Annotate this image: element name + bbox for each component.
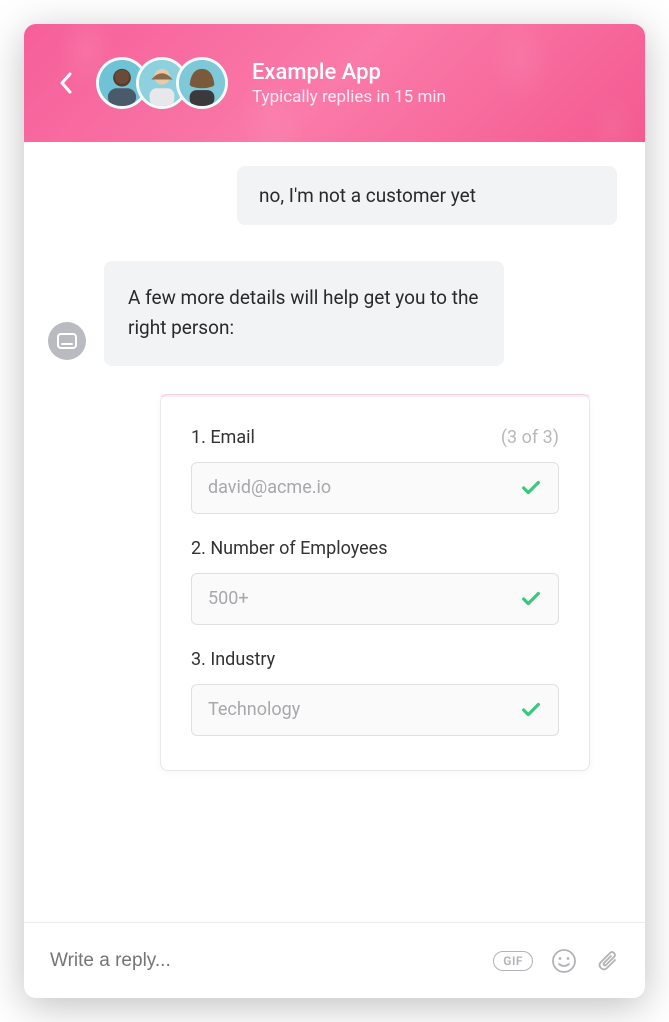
header-text: Example App Typically replies in 15 min (252, 60, 446, 107)
operator-avatars (96, 57, 228, 109)
form-field-email: 1. Email (3 of 3) david@acme.io (191, 427, 559, 514)
qualification-form: 1. Email (3 of 3) david@acme.io 2. Numbe… (160, 394, 590, 771)
avatar (176, 57, 228, 109)
app-title: Example App (252, 60, 446, 85)
conversation-area[interactable]: no, I'm not a customer yet A few more de… (24, 142, 645, 922)
emoji-button[interactable] (551, 948, 577, 974)
field-value: david@acme.io (208, 477, 331, 498)
response-time: Typically replies in 15 min (252, 87, 446, 107)
form-field-employees: 2. Number of Employees 500+ (191, 538, 559, 625)
reply-input[interactable] (50, 950, 493, 972)
composer-actions: GIF (493, 948, 619, 974)
check-icon (520, 699, 542, 721)
bot-message-row: A few more details will help get you to … (48, 261, 617, 366)
field-label: 2. Number of Employees (191, 538, 388, 559)
check-icon (520, 588, 542, 610)
check-icon (520, 477, 542, 499)
industry-input[interactable]: Technology (191, 684, 559, 736)
bot-icon (57, 333, 77, 349)
bot-avatar (48, 322, 86, 360)
user-message: no, I'm not a customer yet (237, 166, 617, 225)
field-value: Technology (208, 699, 300, 720)
progress-counter: (3 of 3) (501, 427, 559, 448)
paperclip-icon (595, 948, 619, 974)
gif-icon: GIF (493, 951, 533, 971)
attachment-button[interactable] (595, 948, 619, 974)
field-label: 3. Industry (191, 649, 275, 670)
field-label: 1. Email (191, 427, 255, 448)
emoji-icon (551, 948, 577, 974)
message-composer: GIF (24, 922, 645, 998)
chat-header: Example App Typically replies in 15 min (24, 24, 645, 142)
employees-input[interactable]: 500+ (191, 573, 559, 625)
email-input[interactable]: david@acme.io (191, 462, 559, 514)
form-field-industry: 3. Industry Technology (191, 649, 559, 736)
gif-button[interactable]: GIF (493, 951, 533, 971)
chevron-left-icon (59, 72, 73, 94)
chat-messenger: Example App Typically replies in 15 min … (24, 24, 645, 998)
bot-message: A few more details will help get you to … (104, 261, 504, 366)
field-value: 500+ (208, 588, 249, 609)
back-button[interactable] (48, 65, 84, 101)
